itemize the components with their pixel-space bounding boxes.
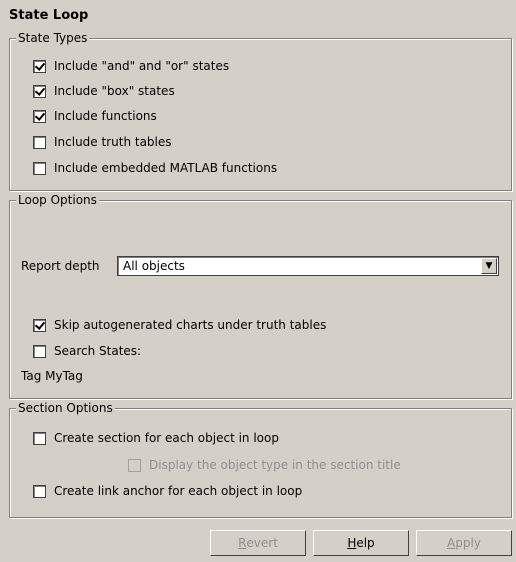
checkbox-box[interactable]: [33, 431, 46, 445]
tag-text: Tag MyTag: [21, 368, 83, 384]
skip-autogenerated-checkbox[interactable]: Skip autogenerated charts under truth ta…: [33, 317, 326, 333]
revert-button[interactable]: Revert: [210, 530, 306, 556]
checkbox-label: Create section for each object in loop: [54, 431, 279, 445]
chevron-down-icon[interactable]: ▼: [481, 258, 497, 274]
tag-value: Tag MyTag: [21, 369, 83, 383]
apply-button[interactable]: Apply: [416, 530, 512, 556]
state-types-legend: State Types: [16, 31, 90, 45]
revert-mnemonic: R: [238, 536, 247, 550]
checkbox-label: Include embedded MATLAB functions: [54, 161, 278, 175]
checkbox-box[interactable]: [33, 84, 46, 98]
help-button[interactable]: Help: [313, 530, 409, 556]
checkbox-label: Include "box" states: [54, 84, 175, 98]
panel-title: State Loop: [9, 8, 89, 23]
checkbox-box[interactable]: [33, 318, 46, 332]
report-depth-value: All objects: [123, 259, 185, 273]
checkbox-box[interactable]: [128, 458, 141, 472]
revert-label-rest: evert: [246, 536, 278, 550]
checkbox-box[interactable]: [33, 59, 46, 73]
create-link-anchor-checkbox[interactable]: Create link anchor for each object in lo…: [33, 483, 302, 499]
checkbox-label: Search States:: [54, 344, 142, 358]
include-embedded-matlab-checkbox[interactable]: Include embedded MATLAB functions: [33, 160, 277, 176]
report-depth-label-text: Report depth: [21, 259, 100, 273]
loop-options-group: Loop Options: [9, 193, 512, 399]
checkbox-label: Create link anchor for each object in lo…: [54, 484, 303, 498]
checkbox-label: Include truth tables: [54, 135, 172, 149]
search-states-checkbox[interactable]: Search States:: [33, 343, 141, 359]
checkbox-label: Include functions: [54, 109, 157, 123]
help-mnemonic: H: [347, 536, 357, 550]
create-section-checkbox[interactable]: Create section for each object in loop: [33, 430, 279, 446]
loop-options-legend: Loop Options: [16, 193, 99, 207]
checkbox-box[interactable]: [33, 161, 46, 175]
checkbox-label: Display the object type in the section t…: [149, 458, 401, 472]
checkbox-box[interactable]: [33, 109, 46, 123]
display-object-type-checkbox[interactable]: Display the object type in the section t…: [128, 457, 401, 473]
checkbox-label: Include "and" and "or" states: [54, 59, 230, 73]
include-and-or-states-checkbox[interactable]: Include "and" and "or" states: [33, 58, 229, 74]
help-label-rest: elp: [356, 536, 375, 550]
checkbox-label: Skip autogenerated charts under truth ta…: [54, 318, 327, 332]
checkbox-box[interactable]: [33, 344, 46, 358]
include-box-states-checkbox[interactable]: Include "box" states: [33, 83, 175, 99]
apply-mnemonic: A: [447, 536, 456, 550]
apply-label-rest: pply: [455, 536, 481, 550]
checkbox-box[interactable]: [33, 135, 46, 149]
checkbox-box[interactable]: [33, 484, 46, 498]
report-depth-select[interactable]: All objects ▼: [117, 256, 499, 276]
include-functions-checkbox[interactable]: Include functions: [33, 108, 157, 124]
report-depth-label: Report depth: [21, 258, 100, 274]
section-options-legend: Section Options: [16, 401, 115, 415]
include-truth-tables-checkbox[interactable]: Include truth tables: [33, 134, 172, 150]
